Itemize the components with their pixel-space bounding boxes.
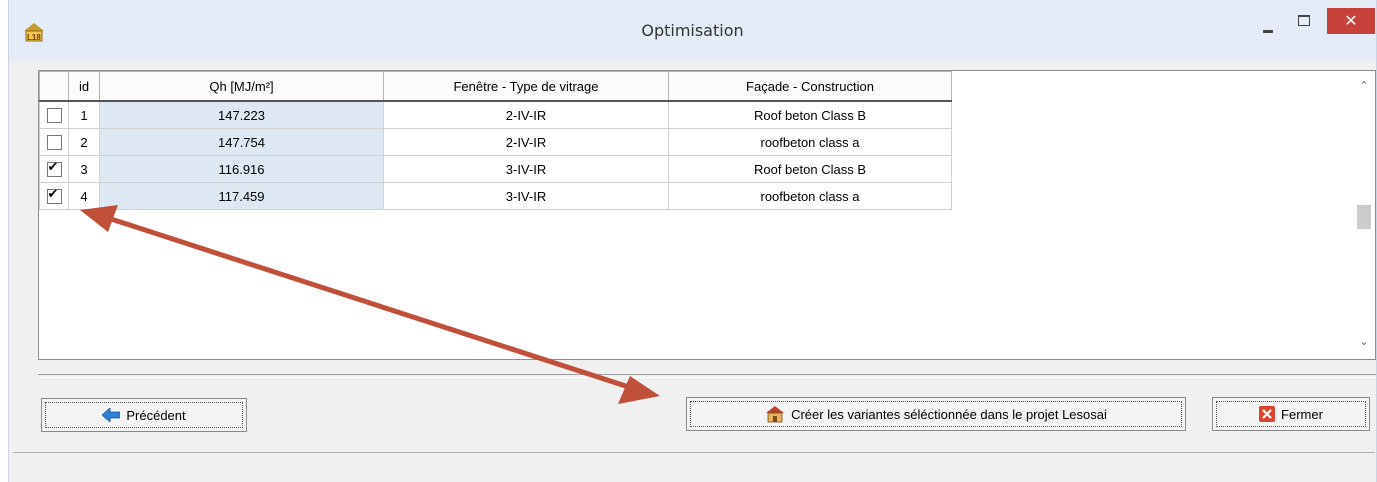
- arrow-left-icon: [102, 408, 121, 422]
- maximize-button[interactable]: [1292, 10, 1314, 30]
- table-row[interactable]: 3 116.916 3-IV-IR Roof beton Class B: [39, 155, 952, 183]
- header-id[interactable]: id: [68, 71, 100, 102]
- row-checkbox-cell[interactable]: [39, 128, 69, 156]
- table-header-row: id Qh [MJ/m²] Fenêtre - Type de vitrage …: [39, 71, 952, 102]
- cell-id: 1: [68, 100, 100, 129]
- minimize-button[interactable]: [1257, 20, 1279, 36]
- close-x-icon: [1259, 406, 1276, 422]
- row-checkbox[interactable]: [46, 134, 62, 150]
- fermer-button[interactable]: Fermer: [1212, 397, 1370, 431]
- cell-fenetre: 2-IV-IR: [383, 100, 669, 129]
- house-icon: [766, 406, 785, 423]
- optimisation-window: L18 Optimisation ✕ id Qh [MJ/m²] Fenêtre…: [8, 0, 1377, 482]
- cell-id: 3: [68, 155, 100, 183]
- table-row[interactable]: 4 117.459 3-IV-IR roofbeton class a: [39, 182, 952, 210]
- header-fenetre[interactable]: Fenêtre - Type de vitrage: [383, 71, 669, 102]
- row-checkbox-checked[interactable]: [46, 159, 62, 177]
- create-variants-button[interactable]: Créer les variantes séléctionnée dans le…: [686, 397, 1186, 431]
- results-grid: id Qh [MJ/m²] Fenêtre - Type de vitrage …: [38, 70, 1376, 360]
- title-bar: L18 Optimisation ✕: [9, 0, 1376, 62]
- cell-qh: 117.459: [99, 182, 384, 210]
- cell-fenetre: 2-IV-IR: [383, 128, 669, 156]
- divider: [38, 374, 1376, 378]
- cell-facade: Roof beton Class B: [668, 100, 952, 129]
- close-window-button[interactable]: ✕: [1327, 8, 1375, 34]
- table-row[interactable]: 2 147.754 2-IV-IR roofbeton class a: [39, 128, 952, 156]
- row-checkbox[interactable]: [46, 107, 62, 123]
- cell-qh: 147.223: [99, 100, 384, 129]
- previous-button[interactable]: Précédent: [41, 398, 247, 432]
- cell-qh: 147.754: [99, 128, 384, 156]
- cell-id: 2: [68, 128, 100, 156]
- row-checkbox-cell[interactable]: [39, 155, 69, 183]
- focus-ring: [45, 402, 243, 428]
- cell-facade: roofbeton class a: [668, 182, 952, 210]
- scroll-thumb[interactable]: [1357, 205, 1371, 229]
- cell-qh: 116.916: [99, 155, 384, 183]
- cell-id: 4: [68, 182, 100, 210]
- focus-ring: [1216, 401, 1366, 427]
- row-checkbox-cell[interactable]: [39, 182, 69, 210]
- cell-fenetre: 3-IV-IR: [383, 155, 669, 183]
- status-bar: [13, 452, 1375, 479]
- row-checkbox-cell[interactable]: [39, 100, 69, 129]
- row-checkbox-checked[interactable]: [46, 186, 62, 204]
- vertical-scrollbar[interactable]: ⌃ ⌄: [1353, 71, 1375, 359]
- cell-fenetre: 3-IV-IR: [383, 182, 669, 210]
- window-title: Optimisation: [641, 21, 744, 40]
- header-qh[interactable]: Qh [MJ/m²]: [99, 71, 384, 102]
- scroll-down-icon[interactable]: ⌄: [1358, 335, 1370, 348]
- header-facade[interactable]: Façade - Construction: [668, 71, 952, 102]
- scroll-up-icon[interactable]: ⌃: [1358, 79, 1370, 92]
- header-select[interactable]: [39, 71, 69, 102]
- cell-facade: roofbeton class a: [668, 128, 952, 156]
- cell-facade: Roof beton Class B: [668, 155, 952, 183]
- focus-ring: [690, 401, 1182, 427]
- table-row[interactable]: 1 147.223 2-IV-IR Roof beton Class B: [39, 100, 952, 129]
- results-table: id Qh [MJ/m²] Fenêtre - Type de vitrage …: [39, 71, 952, 210]
